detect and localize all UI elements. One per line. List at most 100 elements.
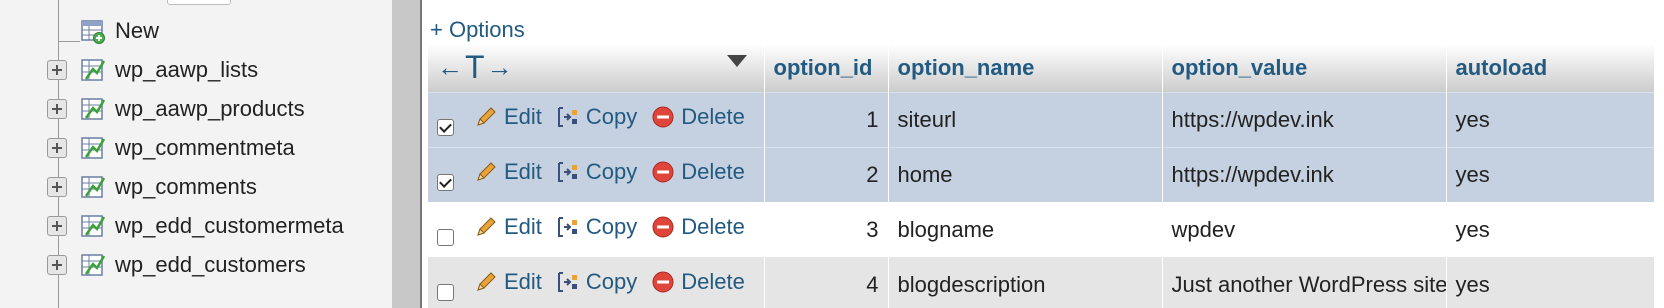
autoload-cell[interactable]: yes [1446,202,1654,257]
column-header-option-value[interactable]: option_value [1162,44,1447,92]
column-header-option-id[interactable]: option_id [764,44,889,92]
column-header-autoload[interactable]: autoload [1446,44,1655,92]
delete-label: Delete [681,159,745,185]
table-structure-icon[interactable] [80,57,106,83]
edit-label: Edit [504,159,542,185]
copy-button[interactable]: Copy [556,159,637,185]
arrow-right-icon[interactable]: → [487,52,513,83]
dropdown-caret-icon[interactable] [726,55,747,68]
tree-item-table[interactable]: wp_edd_customers [0,248,392,282]
edit-button[interactable]: Edit [474,269,542,295]
option-value-cell[interactable]: wpdev [1162,202,1446,257]
row-actions-cell: Edit Copy Delete [428,91,764,147]
row-checkbox[interactable] [437,283,454,301]
delete-button[interactable]: Delete [651,214,745,240]
tree-item-table[interactable]: wp_aawp_products [0,92,392,126]
table-structure-icon[interactable] [80,213,106,239]
option-value-cell[interactable]: https://wpdev.ink [1162,146,1446,202]
edit-label: Edit [504,214,542,239]
tree-item-table[interactable]: wp_edd_customermeta [0,209,392,243]
tree-item-label: wp_edd_customers [115,252,306,277]
copy-label: Copy [585,214,638,239]
expand-plus-icon[interactable] [47,99,67,119]
row-checkbox[interactable] [437,228,454,246]
tree-item-table[interactable]: wp_aawp_lists [0,53,392,87]
expand-plus-icon[interactable] [47,60,67,80]
column-controls-header: ← T → [428,44,765,92]
table-row[interactable]: Edit Copy Delete 2 home https://wpdev.ink yes [428,146,1654,202]
edit-label: Edit [504,269,542,294]
table-structure-icon[interactable] [80,252,106,278]
divider [420,0,422,308]
sidebar-resize-handle[interactable] [392,0,420,308]
tree-item-label: New [115,18,160,43]
table-structure-icon[interactable] [80,135,106,161]
delete-label: Delete [681,104,745,129]
delete-icon [652,106,674,128]
autoload-cell[interactable]: yes [1446,146,1654,202]
option-name-cell[interactable]: siteurl [888,91,1162,147]
table-structure-icon[interactable] [80,96,106,122]
copy-button[interactable]: Copy [556,269,637,295]
option-name-cell[interactable]: blogname [888,202,1162,257]
delete-icon [652,216,674,238]
option-value-cell[interactable]: https://wpdev.ink [1162,91,1446,147]
autoload-cell[interactable]: yes [1446,91,1654,147]
edit-button[interactable]: Edit [474,159,542,185]
option-id-cell[interactable]: 2 [764,146,888,202]
expand-plus-icon[interactable] [47,177,67,197]
row-actions-cell: Edit Copy Delete [428,257,764,308]
column-header-option-name[interactable]: option_name [888,44,1163,92]
edit-button[interactable]: Edit [474,104,542,130]
table-header-row: ← T → option_id option_name option_value a… [428,44,1655,92]
tree-item-table[interactable]: wp_commentmeta [0,131,392,165]
copy-button[interactable]: Copy [556,214,637,240]
option-name-cell[interactable]: blogdescription [888,257,1162,308]
new-table-icon [80,18,106,44]
edit-label: Edit [504,104,542,129]
copy-icon [557,272,577,292]
table-structure-icon[interactable] [80,174,106,200]
option-id-cell[interactable]: 3 [764,202,888,257]
copy-label: Copy [585,159,638,185]
row-actions-cell: Edit Copy Delete [428,202,764,257]
main-content: + Options ← T → option_id option_name opti… [425,0,1664,308]
edit-button[interactable]: Edit [474,214,542,240]
tree-item-new[interactable]: New [0,14,392,48]
copy-icon [557,217,577,237]
row-checkbox[interactable] [437,118,454,136]
delete-button[interactable]: Delete [651,159,745,185]
row-actions-cell: Edit Copy Delete [428,146,764,202]
arrow-left-icon[interactable]: ← [437,52,463,83]
navigation-sidebar: New wp_aawp_lists wp_aawp_products wp_comm… [0,0,392,308]
table-row[interactable]: Edit Copy Delete 3 blogname wpdev yes [428,202,1654,257]
option-id-cell[interactable]: 1 [764,91,888,147]
tree-item-label: wp_edd_customermeta [115,213,344,238]
copy-icon [557,162,577,183]
row-checkbox[interactable] [437,173,454,191]
tree-item-table[interactable]: wp_comments [0,170,392,204]
expand-plus-icon[interactable] [47,216,67,236]
copy-icon [557,107,577,127]
delete-button[interactable]: Delete [651,269,745,295]
text-toggle-icon[interactable]: T [465,49,485,86]
delete-icon [652,271,674,293]
options-toggle-link[interactable]: + Options [430,17,525,43]
table-filter-input[interactable] [167,0,231,5]
expand-plus-icon[interactable] [47,138,67,158]
expand-plus-icon[interactable] [47,255,67,275]
tree-item-label: wp_aawp_products [115,96,305,121]
table-row[interactable]: Edit Copy Delete 1 siteurl https://wpdev.ink y… [428,91,1654,147]
option-id-cell[interactable]: 4 [764,257,888,308]
option-value-cell[interactable]: Just another WordPress site [1162,257,1446,308]
table-row[interactable]: Edit Copy Delete 4 blogdescription Just anoth… [428,257,1654,308]
pencil-icon [477,272,496,291]
copy-label: Copy [585,269,638,294]
delete-button[interactable]: Delete [651,104,745,130]
tree-item-label: wp_aawp_lists [115,57,259,82]
option-name-cell[interactable]: home [888,146,1162,202]
tree-item-label: wp_commentmeta [115,135,295,160]
autoload-cell[interactable]: yes [1446,257,1654,308]
delete-label: Delete [681,214,745,239]
copy-button[interactable]: Copy [556,104,637,130]
